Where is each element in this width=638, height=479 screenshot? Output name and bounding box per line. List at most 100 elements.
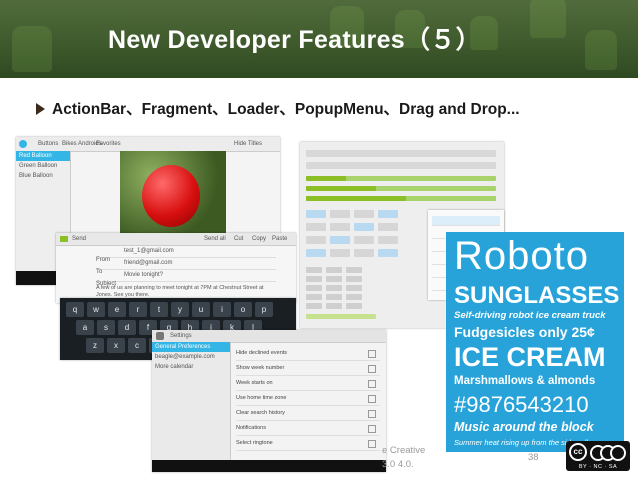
keyboard-key[interactable]: i	[213, 302, 231, 317]
settings-nav-item[interactable]: beagle@example.com	[152, 352, 230, 362]
widget-button[interactable]	[330, 249, 350, 257]
footer-text: e Creative	[382, 445, 426, 456]
picker-cell[interactable]	[346, 267, 362, 273]
keyboard-key[interactable]: x	[107, 338, 125, 353]
checkbox[interactable]	[368, 365, 376, 373]
list-item[interactable]: Red Balloon	[16, 151, 70, 161]
picker-cell[interactable]	[306, 285, 322, 291]
widget-button[interactable]	[378, 236, 398, 244]
picker-cell[interactable]	[346, 285, 362, 291]
settings-row[interactable]: Show week number	[236, 361, 380, 376]
list-item[interactable]: Blue Balloon	[16, 171, 70, 181]
widget-button[interactable]	[354, 236, 374, 244]
hide-titles-button[interactable]: Hide Titles	[234, 141, 262, 147]
email-body[interactable]: A few of us are planning to meet tonight…	[96, 285, 276, 299]
roboto-line: Roboto	[454, 234, 589, 278]
checkbox[interactable]	[368, 425, 376, 433]
picker-cell[interactable]	[346, 303, 362, 309]
keyboard-key[interactable]: r	[129, 302, 147, 317]
from-field[interactable]: test_1@gmail.com	[124, 248, 174, 254]
keyboard-key[interactable]: a	[76, 320, 94, 335]
widget-button[interactable]	[330, 223, 350, 231]
widget-button[interactable]	[306, 210, 326, 218]
roboto-line: Self-driving robot ice cream truck	[454, 310, 606, 321]
tab-buttons[interactable]: Buttons	[38, 141, 58, 147]
keyboard-key[interactable]: t	[150, 302, 168, 317]
widget-button[interactable]	[378, 210, 398, 218]
widget-button[interactable]	[306, 223, 326, 231]
picker-cell[interactable]	[306, 303, 322, 309]
picker-cell[interactable]	[306, 294, 322, 300]
keyboard-key[interactable]: w	[87, 302, 105, 317]
widget-button[interactable]	[378, 249, 398, 257]
keyboard-key[interactable]: s	[97, 320, 115, 335]
search-bar[interactable]	[306, 150, 496, 157]
checkbox[interactable]	[368, 410, 376, 418]
picker-cell[interactable]	[326, 267, 342, 273]
widget-button[interactable]	[330, 236, 350, 244]
list-item[interactable]: Green Balloon	[16, 161, 70, 171]
creative-commons-badge[interactable]: cc BY · NC · SA	[566, 441, 630, 471]
send-icon[interactable]	[60, 236, 68, 242]
balloon-photo	[120, 151, 226, 235]
picker-cell[interactable]	[326, 276, 342, 282]
widget-button[interactable]	[330, 210, 350, 218]
widget-button[interactable]	[306, 249, 326, 257]
settings-nav-item[interactable]: General Preferences	[152, 342, 230, 352]
settings-screenshot: Settings General Preferences beagle@exam…	[152, 330, 386, 472]
menu-send-all[interactable]: Send all	[204, 236, 226, 242]
picker-cell[interactable]	[306, 267, 322, 273]
search-bar[interactable]	[306, 162, 496, 169]
menu-paste[interactable]: Paste	[272, 236, 287, 242]
keyboard-key[interactable]: d	[118, 320, 136, 335]
checkbox[interactable]	[368, 395, 376, 403]
picker-cell[interactable]	[346, 294, 362, 300]
roboto-line: Marshmallows & almonds	[454, 375, 596, 387]
picker-cell[interactable]	[306, 276, 322, 282]
keyboard-key[interactable]: e	[108, 302, 126, 317]
settings-row[interactable]: Week starts on	[236, 376, 380, 391]
keyboard-key[interactable]: u	[192, 302, 210, 317]
keyboard-key[interactable]: y	[171, 302, 189, 317]
tab-bikes[interactable]: Bikes	[62, 141, 77, 147]
settings-row[interactable]: Hide declined events	[236, 346, 380, 361]
page-number: 38	[528, 452, 539, 463]
widget-button[interactable]	[354, 223, 374, 231]
send-button[interactable]: Send	[72, 236, 86, 242]
bullet-arrow-icon	[36, 103, 45, 115]
red-balloon	[142, 165, 200, 227]
picker-cell[interactable]	[326, 303, 342, 309]
roboto-line: Fudgesicles only 25¢	[454, 324, 595, 340]
menu-copy[interactable]: Copy	[252, 236, 266, 242]
checkbox[interactable]	[368, 350, 376, 358]
settings-row[interactable]: Use home time zone	[236, 391, 380, 406]
text-field[interactable]	[306, 314, 376, 319]
menu-cut[interactable]: Cut	[234, 236, 243, 242]
tab-favorites[interactable]: Favorites	[96, 141, 121, 147]
footer-text: 3.0 4.0.	[382, 459, 414, 470]
to-field[interactable]: friend@gmail.com	[124, 260, 172, 266]
settings-row[interactable]: Clear search history	[236, 406, 380, 421]
widget-button[interactable]	[354, 249, 374, 257]
keyboard-key[interactable]: o	[234, 302, 252, 317]
slide-header: New Developer Features（５）	[0, 0, 638, 78]
picker-cell[interactable]	[326, 285, 342, 291]
settings-nav-item[interactable]: More calendar	[152, 362, 230, 372]
checkbox[interactable]	[368, 380, 376, 388]
keyboard-key[interactable]: z	[86, 338, 104, 353]
subject-field[interactable]: Movie tonight?	[124, 272, 163, 278]
checkbox[interactable]	[368, 440, 376, 448]
settings-row[interactable]: Select ringtone	[236, 436, 380, 451]
sa-icon	[610, 445, 626, 461]
popup-menu-item[interactable]	[432, 216, 500, 226]
keyboard-key[interactable]: c	[128, 338, 146, 353]
widget-button[interactable]	[354, 210, 374, 218]
settings-row[interactable]: Notifications	[236, 421, 380, 436]
keyboard-key[interactable]: p	[255, 302, 273, 317]
picker-cell[interactable]	[326, 294, 342, 300]
picker-cell[interactable]	[346, 276, 362, 282]
widget-button[interactable]	[306, 236, 326, 244]
widget-button[interactable]	[378, 223, 398, 231]
keyboard-key[interactable]: q	[66, 302, 84, 317]
email-compose-screenshot: Send Send all Cut Copy Paste From test_1…	[56, 233, 296, 303]
